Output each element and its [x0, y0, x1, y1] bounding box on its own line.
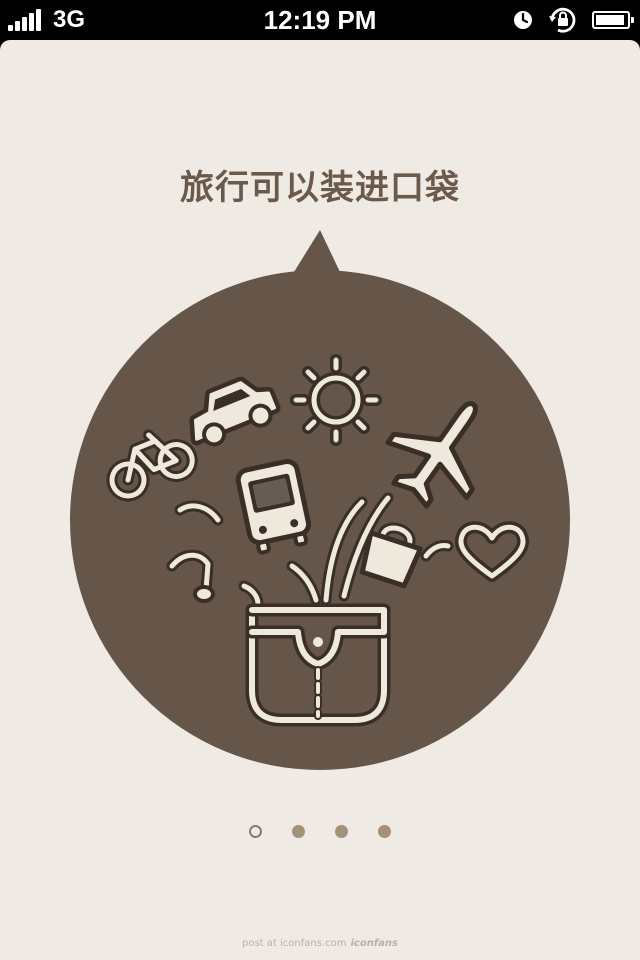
page-indicator[interactable]	[0, 825, 640, 838]
page-dot-4[interactable]	[378, 825, 391, 838]
footer-text: post at iconfans.com	[242, 938, 347, 949]
illustration-bubble	[70, 230, 570, 770]
page-title: 旅行可以装进口袋	[180, 168, 460, 208]
page-dot-1[interactable]	[249, 825, 262, 838]
status-right	[500, 0, 634, 40]
onboarding-screen[interactable]: 旅行可以装进口袋 post at iconfans.com iconfans	[0, 40, 640, 960]
page-dot-3[interactable]	[335, 825, 348, 838]
battery-icon	[592, 11, 634, 29]
alarm-clock-icon	[514, 11, 532, 29]
rotation-lock-icon	[549, 7, 576, 33]
footer-credit: post at iconfans.com iconfans	[0, 938, 640, 949]
status-bar: 3G 12:19 PM	[0, 0, 640, 40]
footer-brand-logo: iconfans	[350, 938, 398, 949]
page-dot-2[interactable]	[292, 825, 305, 838]
